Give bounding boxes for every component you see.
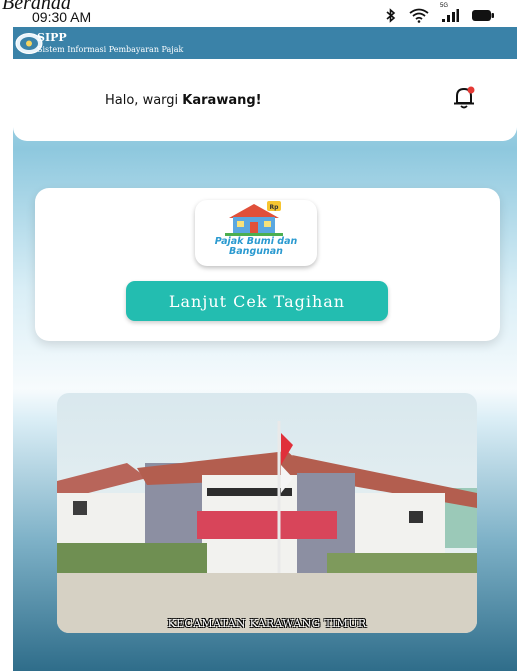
house-icon: Rp [223,200,285,236]
service-card: Rp Pajak Bumi dan Bangunan Lanjut Cek Ta… [35,188,500,341]
app-name: SIPP [37,31,67,44]
bluetooth-icon [385,8,397,23]
app-bar: SIPP Sistem Informasi Pembayaran Pajak [13,27,517,59]
pbb-service-tile[interactable]: Rp Pajak Bumi dan Bangunan [195,200,317,266]
greeting-card: Halo, wargi Karawang! [13,59,517,141]
greeting-prefix: Halo, wargi [105,93,183,108]
status-bar: 09:30 AM 5G [0,0,517,27]
photo-caption: KECAMATAN KARAWANG TIMUR [167,617,367,630]
home-content: Halo, wargi Karawang! Rp Pajak Bumi dan … [13,59,517,671]
office-photo: KECAMATAN KARAWANG TIMUR [57,393,477,633]
status-time: 09:30 AM [32,9,92,25]
signal-icon: 5G [440,3,459,23]
check-bill-button[interactable]: Lanjut Cek Tagihan [126,281,388,321]
rp-badge: Rp [270,204,280,211]
battery-icon [471,9,495,22]
greeting: Halo, wargi Karawang! [105,93,262,108]
office-building-image [57,393,477,633]
wifi-icon [409,8,429,23]
greeting-name: Karawang! [182,93,262,108]
bell-icon[interactable] [451,85,477,111]
pbb-label-line2: Bangunan [229,246,283,257]
status-icons: 5G [385,3,495,23]
network-label: 5G [440,3,449,9]
app-subtitle: Sistem Informasi Pembayaran Pajak [37,45,184,54]
pbb-label: Pajak Bumi dan Bangunan [195,237,317,257]
